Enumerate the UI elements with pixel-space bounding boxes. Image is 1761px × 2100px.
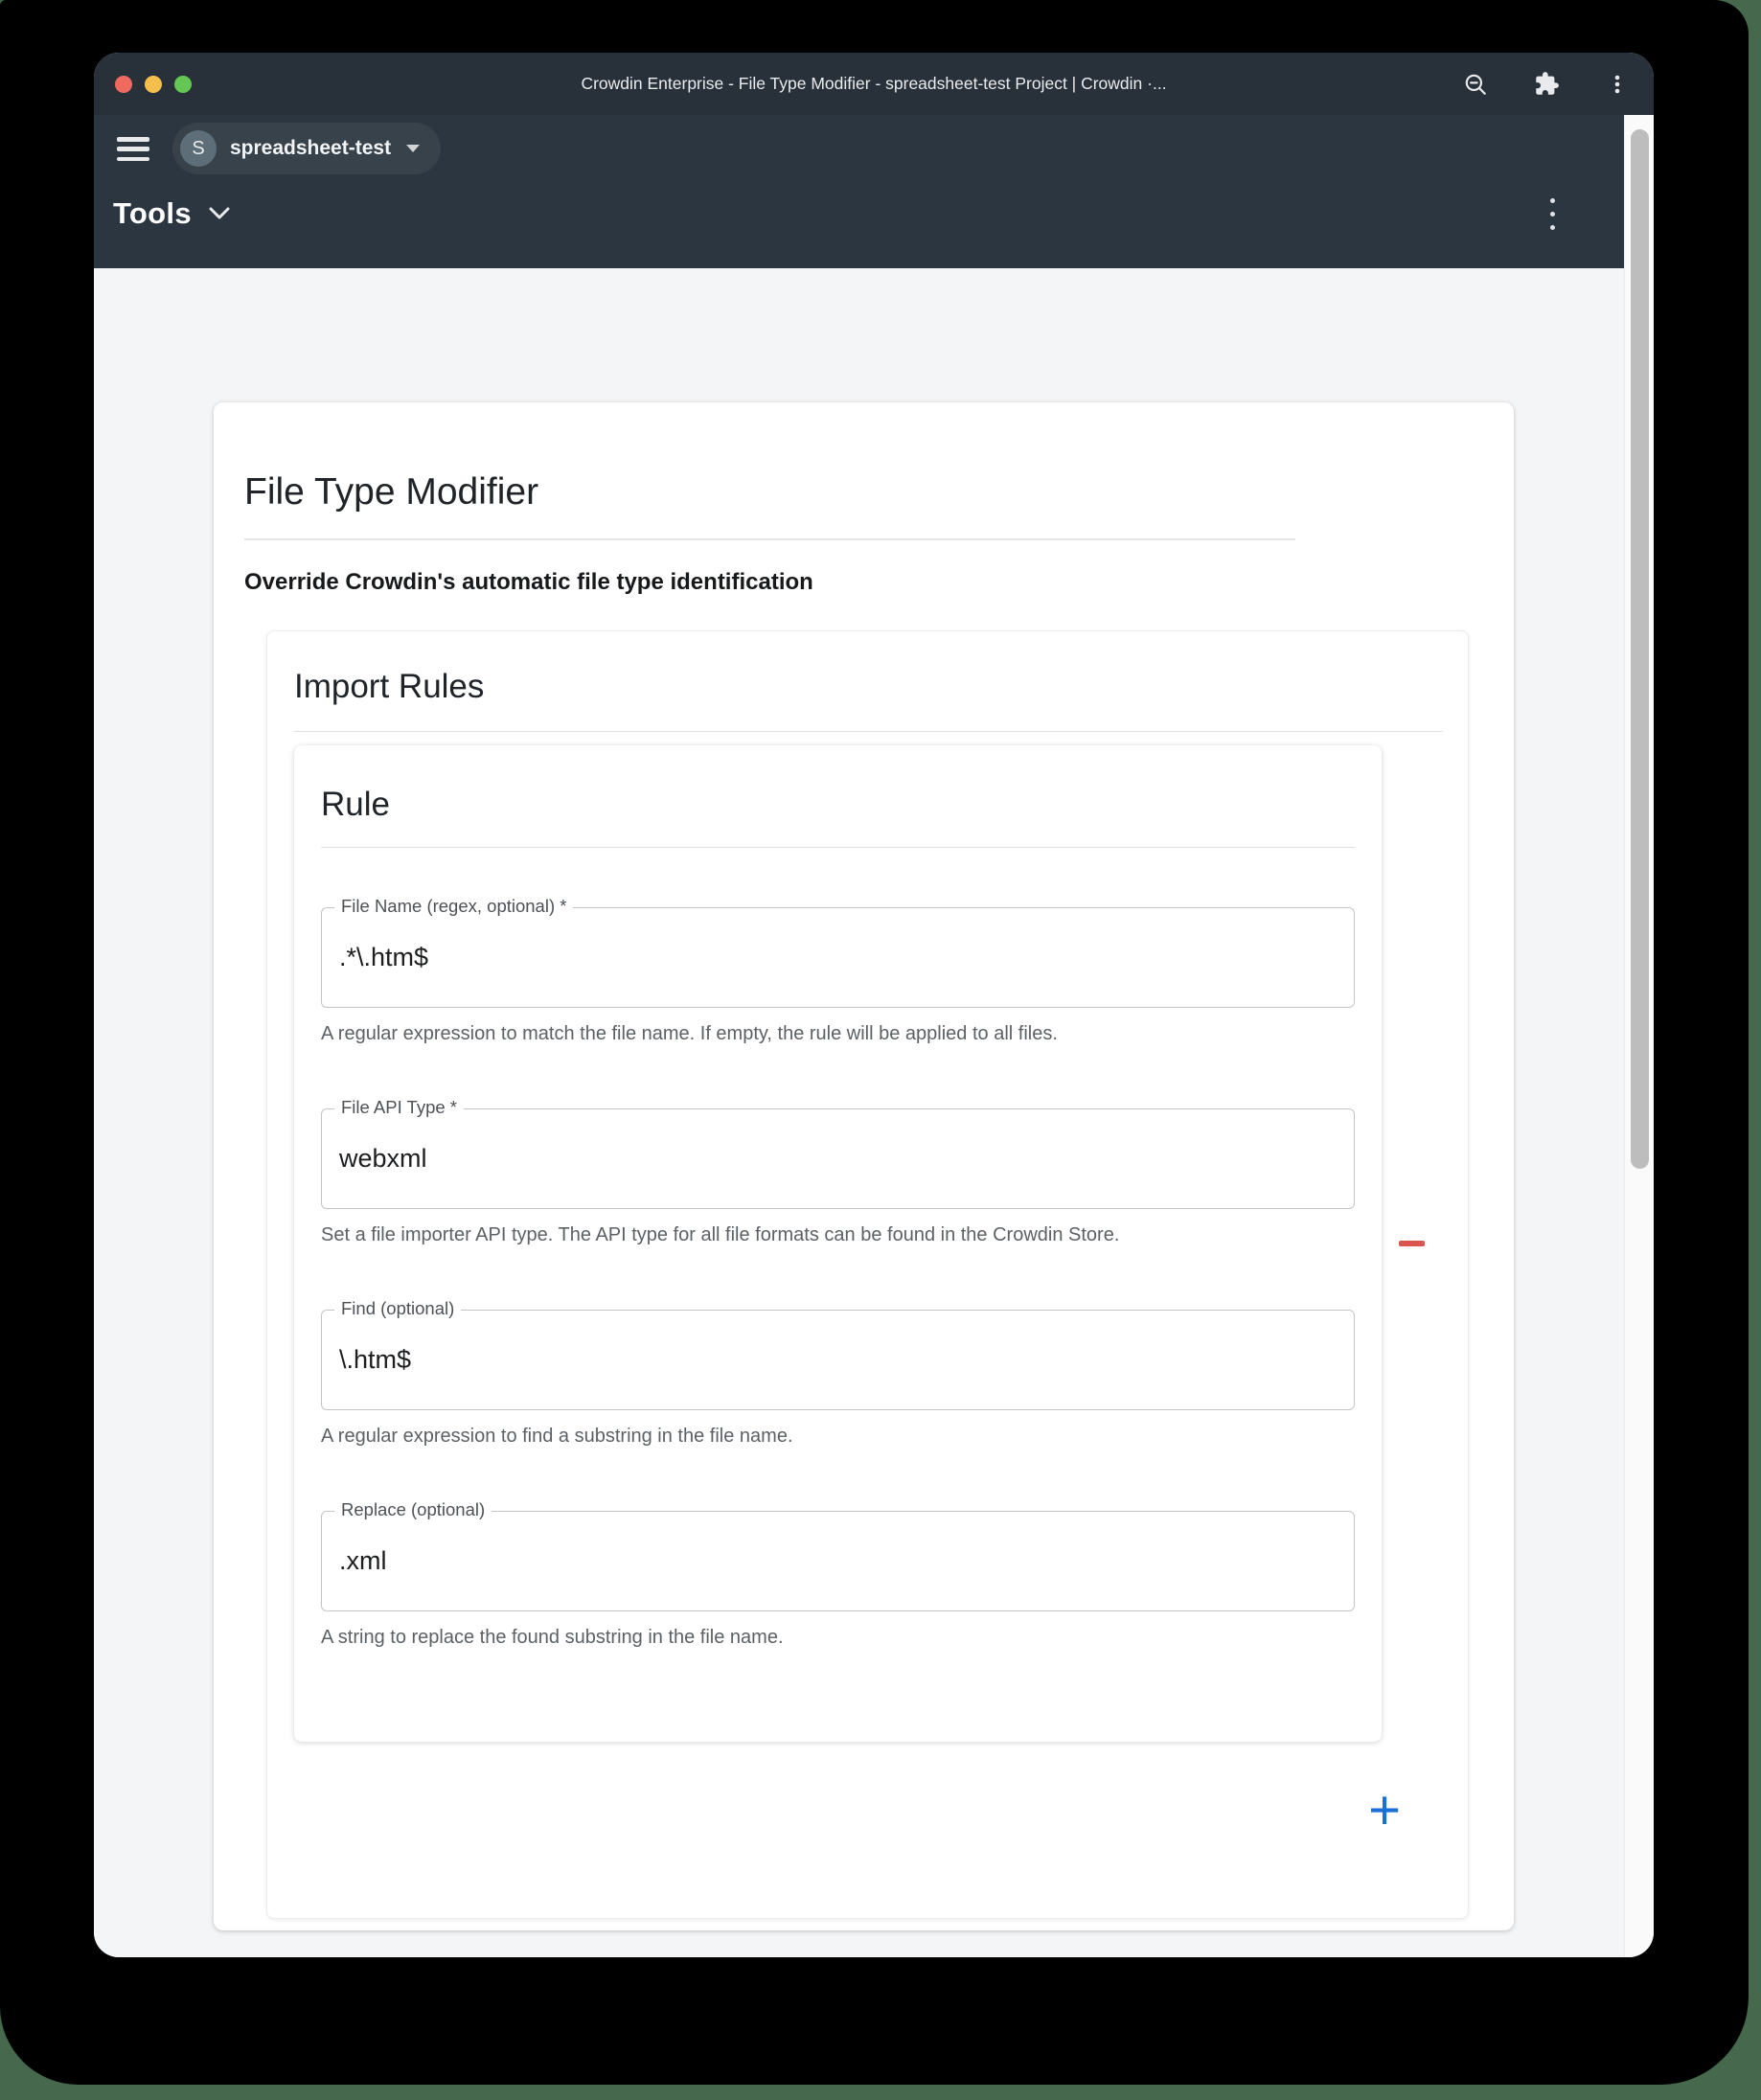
- find-field: Find (optional): [321, 1310, 1355, 1410]
- rule-card: Rule File Name (regex, optional) * A reg…: [294, 745, 1382, 1742]
- hamburger-menu-icon[interactable]: [117, 137, 149, 161]
- remove-rule-column: [1382, 745, 1441, 1742]
- zoom-out-icon[interactable]: [1463, 72, 1488, 97]
- close-window-button[interactable]: [115, 76, 132, 93]
- app-header: S spreadsheet-test Tools: [94, 115, 1624, 268]
- project-switcher[interactable]: S spreadsheet-test: [172, 123, 441, 174]
- header-overflow-menu-icon[interactable]: [1546, 194, 1559, 234]
- file-type-modifier-panel: File Type Modifier Override Crowdin's au…: [214, 402, 1514, 1930]
- caret-down-icon: [406, 145, 420, 152]
- file-name-helper: A regular expression to match the file n…: [321, 1019, 1298, 1049]
- divider: [294, 731, 1443, 732]
- chevron-down-icon: [209, 207, 230, 220]
- divider: [321, 847, 1355, 848]
- file-name-label: File Name (regex, optional) *: [334, 896, 573, 917]
- page-body: File Type Modifier Override Crowdin's au…: [94, 268, 1624, 1957]
- tools-label: Tools: [113, 196, 192, 231]
- remove-rule-button[interactable]: [1399, 1241, 1425, 1246]
- replace-label: Replace (optional): [334, 1499, 492, 1520]
- replace-field: Replace (optional): [321, 1511, 1355, 1611]
- project-avatar: S: [180, 130, 217, 167]
- add-rule-button[interactable]: +: [1362, 1786, 1407, 1836]
- divider: [244, 538, 1295, 540]
- traffic-lights: [115, 76, 192, 93]
- replace-helper: A string to replace the found substring …: [321, 1623, 1298, 1653]
- import-rules-card: Import Rules Rule File Name (regex, opti…: [266, 630, 1469, 1919]
- import-rules-title: Import Rules: [294, 668, 1441, 706]
- tools-dropdown[interactable]: Tools: [113, 196, 230, 231]
- file-api-type-input[interactable]: [321, 1108, 1355, 1209]
- add-rule-row: +: [294, 1786, 1407, 1836]
- browser-titlebar: Crowdin Enterprise - File Type Modifier …: [94, 53, 1654, 115]
- minimize-window-button[interactable]: [145, 76, 162, 93]
- scrollbar-thumb[interactable]: [1631, 129, 1649, 1169]
- file-name-input[interactable]: [321, 907, 1355, 1008]
- project-name: spreadsheet-test: [230, 137, 391, 160]
- file-api-type-label: File API Type *: [334, 1097, 464, 1118]
- browser-window: Crowdin Enterprise - File Type Modifier …: [94, 53, 1654, 1957]
- file-api-type-helper: Set a file importer API type. The API ty…: [321, 1221, 1298, 1250]
- file-name-field: File Name (regex, optional) *: [321, 907, 1355, 1008]
- page-subtitle: Override Crowdin's automatic file type i…: [244, 569, 1483, 596]
- rule-title: Rule: [321, 786, 1355, 824]
- find-input[interactable]: [321, 1310, 1355, 1410]
- fullscreen-window-button[interactable]: [174, 76, 192, 93]
- replace-input[interactable]: [321, 1511, 1355, 1611]
- file-api-type-field: File API Type *: [321, 1108, 1355, 1209]
- window-title: Crowdin Enterprise - File Type Modifier …: [94, 74, 1654, 94]
- desktop-background: Crowdin Enterprise - File Type Modifier …: [0, 0, 1761, 2100]
- find-helper: A regular expression to find a substring…: [321, 1422, 1298, 1451]
- extensions-puzzle-icon[interactable]: [1534, 71, 1560, 97]
- find-label: Find (optional): [334, 1298, 461, 1319]
- page-title: File Type Modifier: [244, 471, 1483, 514]
- rule-row: Rule File Name (regex, optional) * A reg…: [294, 745, 1441, 1742]
- scrollbar-track[interactable]: [1624, 115, 1654, 1957]
- browser-menu-icon[interactable]: [1606, 72, 1629, 97]
